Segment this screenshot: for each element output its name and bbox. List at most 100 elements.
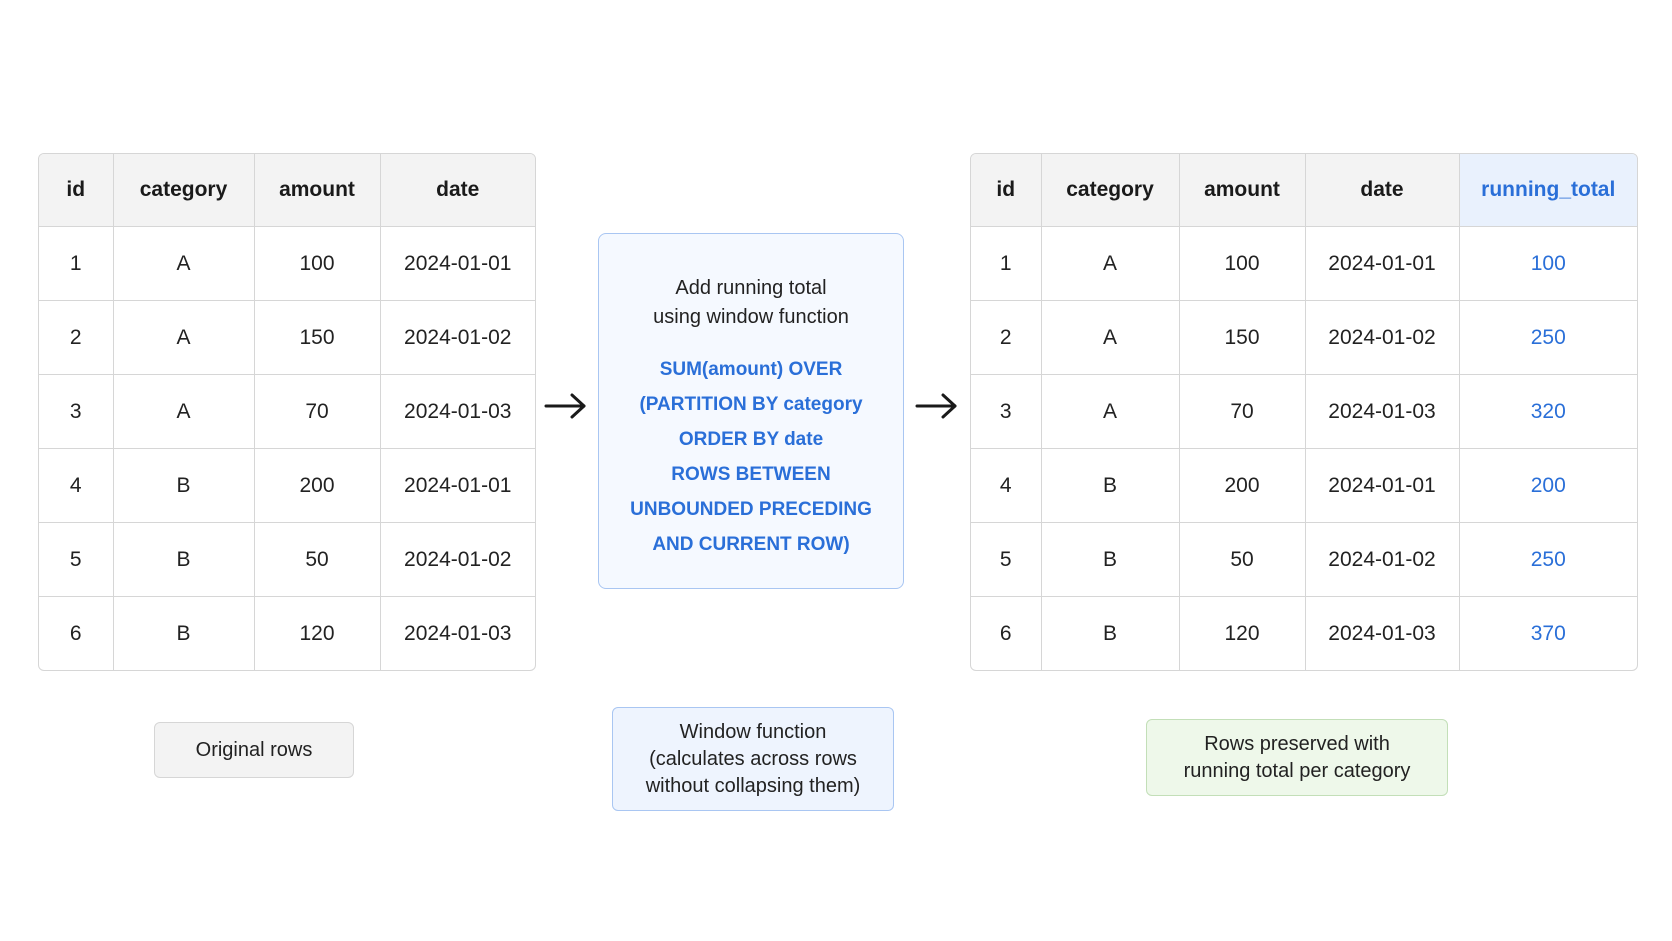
cell-id: 3 bbox=[971, 374, 1042, 449]
cell-id: 3 bbox=[39, 374, 114, 449]
cell-amount: 70 bbox=[1179, 374, 1306, 449]
cell-id: 1 bbox=[971, 226, 1042, 301]
cell-date: 2024-01-02 bbox=[1305, 300, 1460, 375]
cell-category: A bbox=[1041, 374, 1180, 449]
cell-date: 2024-01-03 bbox=[1305, 374, 1460, 449]
caption-line: without collapsing them) bbox=[645, 774, 861, 797]
cell-id: 4 bbox=[39, 448, 114, 523]
header-id: id bbox=[971, 154, 1042, 227]
table-row: 4 B 200 2024-01-01 200 bbox=[971, 448, 1637, 523]
sql-line: SUM(amount) OVER bbox=[659, 359, 843, 380]
cell-category: B bbox=[1041, 596, 1180, 670]
cell-date: 2024-01-02 bbox=[380, 300, 535, 375]
cell-date: 2024-01-01 bbox=[1305, 226, 1460, 301]
cell-id: 1 bbox=[39, 226, 114, 301]
header-category: category bbox=[1041, 154, 1180, 227]
cell-running-total: 250 bbox=[1459, 300, 1637, 375]
header-category: category bbox=[113, 154, 255, 227]
header-date: date bbox=[380, 154, 535, 227]
cell-id: 6 bbox=[971, 596, 1042, 670]
header-amount: amount bbox=[254, 154, 381, 227]
cell-id: 5 bbox=[39, 522, 114, 597]
cell-id: 2 bbox=[971, 300, 1042, 375]
header-amount: amount bbox=[1179, 154, 1306, 227]
cell-category: B bbox=[1041, 448, 1180, 523]
cell-running-total: 370 bbox=[1530, 621, 1566, 645]
cell-id: 2 bbox=[39, 300, 114, 375]
window-function-box: Add running total using window function … bbox=[598, 233, 904, 589]
cell-running-total: 100 bbox=[1459, 226, 1637, 301]
caption-text: Original rows bbox=[195, 738, 313, 761]
cell-category: B bbox=[1041, 522, 1180, 597]
cell-amount: 150 bbox=[1179, 300, 1306, 375]
result-table: id category amount date running_total 1 … bbox=[970, 153, 1638, 671]
cell-amount: 200 bbox=[254, 448, 381, 523]
cell-date: 2024-01-03 bbox=[404, 621, 512, 645]
table-row: 3 A 70 2024-01-03 320 bbox=[971, 374, 1637, 449]
header-date: date bbox=[1305, 154, 1460, 227]
cell-category: A bbox=[1041, 300, 1180, 375]
table-row: 2 A 150 2024-01-02 bbox=[39, 300, 535, 375]
cell-id: 5 bbox=[971, 522, 1042, 597]
cell-category: B bbox=[113, 522, 255, 597]
cell-amount: 200 bbox=[1179, 448, 1306, 523]
cell-category: A bbox=[1041, 226, 1180, 301]
cell-amount: 50 bbox=[254, 522, 381, 597]
cell-id: 4 bbox=[971, 448, 1042, 523]
table-row: 3 A 70 2024-01-03 bbox=[39, 374, 535, 449]
table-row: 5 B 50 2024-01-02 250 bbox=[971, 522, 1637, 597]
sql-expression: SUM(amount) OVER (PARTITION BY category … bbox=[599, 352, 903, 562]
sql-line: (PARTITION BY category bbox=[639, 394, 863, 415]
original-table: id category amount date 1 A 100 2024-01-… bbox=[38, 153, 536, 671]
caption-window-function: Window function (calculates across rows … bbox=[612, 707, 894, 811]
cell-id: 6 bbox=[39, 596, 114, 670]
table-row: 1 A 100 2024-01-01 bbox=[39, 226, 535, 301]
cell-amount: 150 bbox=[254, 300, 381, 375]
cell-amount: 70 bbox=[254, 374, 381, 449]
cell-running-total: 200 bbox=[1459, 448, 1637, 523]
cell-running-total: 250 bbox=[1459, 522, 1637, 597]
caption-line: Rows preserved with bbox=[1204, 732, 1390, 755]
cell-category: A bbox=[113, 374, 255, 449]
cell-amount: 120 bbox=[1179, 596, 1306, 670]
sql-line: ORDER BY date bbox=[678, 429, 824, 450]
caption-original-rows: Original rows bbox=[154, 722, 354, 778]
cell-category: A bbox=[113, 300, 255, 375]
description-line: Add running total bbox=[675, 277, 827, 299]
arrow-right-icon bbox=[915, 393, 957, 419]
cell-amount: 100 bbox=[1179, 226, 1306, 301]
table-row: 2 A 150 2024-01-02 250 bbox=[971, 300, 1637, 375]
cell-date: 2024-01-03 bbox=[1305, 596, 1460, 670]
cell-date: 2024-01-03 bbox=[380, 374, 535, 449]
cell-amount: 100 bbox=[254, 226, 381, 301]
cell-category: B bbox=[113, 448, 255, 523]
caption-line: running total per category bbox=[1183, 759, 1411, 782]
caption-line: (calculates across rows bbox=[649, 747, 857, 770]
sql-line: UNBOUNDED PRECEDING bbox=[630, 499, 872, 520]
cell-date: 2024-01-01 bbox=[380, 226, 535, 301]
cell-category: A bbox=[113, 226, 255, 301]
cell-amount: 120 bbox=[254, 596, 381, 670]
table-row: 1 A 100 2024-01-01 100 bbox=[971, 226, 1637, 301]
caption-rows-preserved: Rows preserved with running total per ca… bbox=[1146, 719, 1448, 796]
table-row: 6 B 120 2024-01-03 370 bbox=[971, 596, 1637, 670]
table-header-row: id category amount date running_total bbox=[971, 154, 1637, 227]
cell-amount: 50 bbox=[1179, 522, 1306, 597]
sql-line: AND CURRENT ROW) bbox=[652, 534, 850, 555]
cell-date: 2024-01-02 bbox=[380, 522, 535, 597]
description-line: using window function bbox=[653, 306, 849, 328]
table-header-row: id category amount date bbox=[39, 154, 535, 227]
header-running-total: running_total bbox=[1459, 154, 1637, 227]
header-id: id bbox=[39, 154, 114, 227]
arrow-right-icon bbox=[544, 393, 586, 419]
window-function-description: Add running total using window function bbox=[621, 274, 881, 332]
table-row: 5 B 50 2024-01-02 bbox=[39, 522, 535, 597]
cell-date: 2024-01-01 bbox=[380, 448, 535, 523]
caption-line: Window function bbox=[679, 720, 827, 743]
cell-date: 2024-01-02 bbox=[1305, 522, 1460, 597]
cell-category: B bbox=[113, 596, 255, 670]
table-row: 6 B 120 2024-01-03 bbox=[39, 596, 535, 670]
cell-date: 2024-01-01 bbox=[1305, 448, 1460, 523]
sql-line: ROWS BETWEEN bbox=[671, 464, 831, 485]
cell-running-total: 320 bbox=[1459, 374, 1637, 449]
